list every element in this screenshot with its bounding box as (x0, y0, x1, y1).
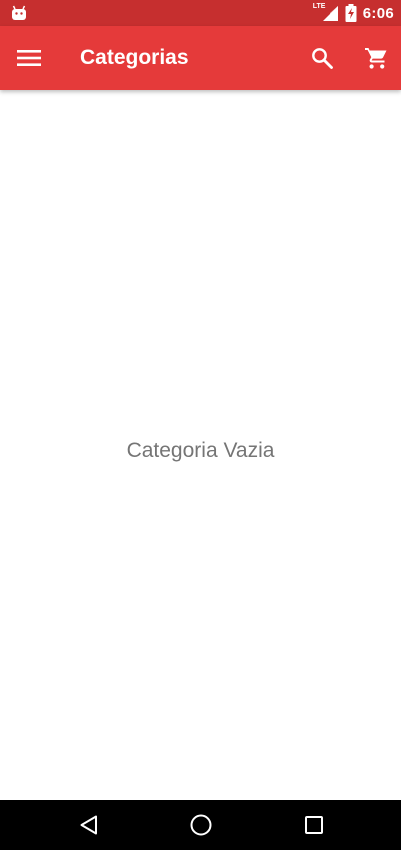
back-button[interactable] (77, 813, 101, 837)
search-icon (312, 48, 333, 69)
menu-icon (17, 50, 41, 66)
empty-state-message: Categoria Vazia (126, 439, 275, 462)
signal-icon: LTE (313, 3, 339, 22)
screen: LTE 6:06 Categorias Categoria Vazia (0, 0, 401, 850)
back-icon (80, 815, 97, 835)
status-time: 6:06 (362, 4, 394, 22)
system-nav-bar (0, 800, 401, 850)
content-area: Categoria Vazia (0, 90, 401, 800)
app-bar: Categorias (0, 26, 401, 90)
search-button[interactable] (306, 42, 338, 74)
recents-button[interactable] (302, 813, 326, 837)
status-icons: LTE 6:06 (313, 0, 394, 26)
home-button[interactable] (189, 813, 213, 837)
home-icon (190, 814, 212, 836)
page-title: Categorias (80, 46, 189, 69)
android-icon (10, 4, 28, 22)
network-label: LTE (312, 3, 326, 10)
cart-button[interactable] (359, 42, 393, 74)
recents-icon (305, 816, 323, 834)
cart-icon (365, 48, 387, 69)
battery-charging-icon (345, 4, 357, 22)
status-bar: LTE 6:06 (0, 0, 401, 26)
menu-button[interactable] (14, 44, 44, 72)
